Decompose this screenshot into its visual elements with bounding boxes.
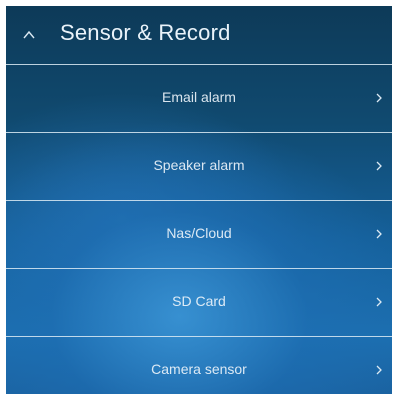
menu-item-label: Nas/Cloud	[166, 225, 232, 241]
menu-item-label: Camera sensor	[151, 361, 247, 377]
chevron-right-icon	[376, 365, 382, 375]
chevron-right-icon	[376, 229, 382, 239]
menu-item-camera-sensor[interactable]: Camera sensor	[6, 336, 392, 394]
menu-item-speaker-alarm[interactable]: Speaker alarm	[6, 132, 392, 200]
menu-item-nas-cloud[interactable]: Nas/Cloud	[6, 200, 392, 268]
menu-item-email-alarm[interactable]: Email alarm	[6, 64, 392, 132]
settings-panel: Sensor & Record Email alarm Speaker alar…	[6, 6, 392, 394]
chevron-right-icon	[376, 93, 382, 103]
chevron-right-icon	[376, 297, 382, 307]
menu-item-label: Email alarm	[162, 89, 236, 105]
menu-item-label: SD Card	[172, 293, 226, 309]
chevron-right-icon	[376, 161, 382, 171]
section-title: Sensor & Record	[60, 20, 231, 45]
menu-item-label: Speaker alarm	[153, 157, 245, 173]
chevron-up-icon[interactable]	[22, 28, 36, 42]
section-header[interactable]: Sensor & Record	[6, 6, 392, 64]
menu-item-sd-card[interactable]: SD Card	[6, 268, 392, 336]
